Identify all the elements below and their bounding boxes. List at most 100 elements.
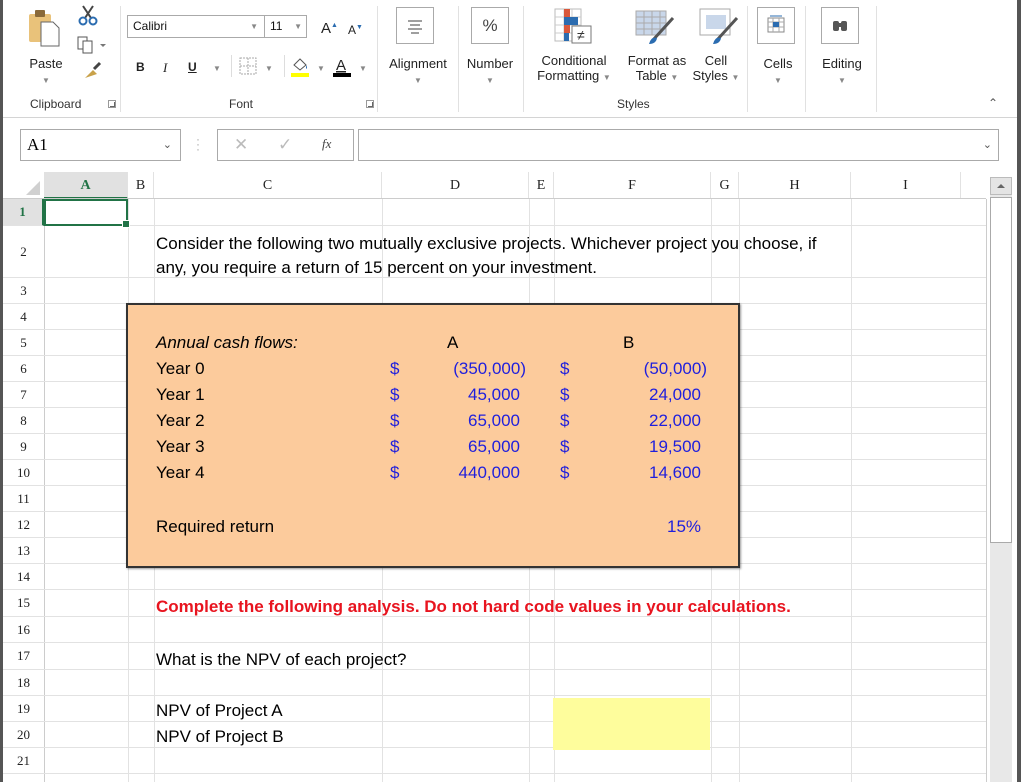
format-painter-icon[interactable]	[83, 60, 103, 80]
column-header-b[interactable]: B	[128, 172, 154, 199]
expand-formula-bar-icon[interactable]: ⌄	[983, 138, 992, 151]
select-all-button[interactable]	[3, 172, 44, 199]
row-header-9[interactable]: 9	[3, 434, 44, 460]
number-button[interactable]: Number ▼	[460, 56, 520, 88]
project-b-cash-flow[interactable]: 24,000	[649, 385, 701, 405]
borders-dropdown-icon[interactable]: ▼	[265, 64, 273, 73]
cancel-entry-icon[interactable]: ✕	[234, 135, 248, 155]
cells-button[interactable]: Cells ▼	[757, 56, 799, 88]
column-header-c[interactable]: C	[154, 172, 382, 199]
row-header-15[interactable]: 15	[3, 590, 44, 617]
window-frame-right	[1017, 0, 1021, 782]
copy-icon[interactable]	[77, 36, 107, 54]
project-b-cash-flow[interactable]: 19,500	[649, 437, 701, 457]
column-header-g[interactable]: G	[711, 172, 739, 199]
increase-font-size-icon[interactable]: A▲	[321, 18, 338, 36]
editing-find-icon[interactable]	[821, 7, 859, 44]
clipboard-dialog-launcher-icon[interactable]	[108, 100, 116, 108]
decrease-font-size-icon[interactable]: A▼	[348, 20, 363, 38]
alignment-button[interactable]: Alignment ▼	[381, 56, 455, 88]
fill-color-icon[interactable]	[290, 55, 310, 77]
row-header-6[interactable]: 6	[3, 356, 44, 382]
column-header-e[interactable]: E	[529, 172, 554, 199]
project-b-cash-flow[interactable]: 22,000	[649, 411, 701, 431]
column-header-i[interactable]: I	[851, 172, 961, 199]
row-header-7[interactable]: 7	[3, 382, 44, 408]
scrollbar-thumb[interactable]	[990, 197, 1012, 543]
paste-button[interactable]: Paste ▼	[27, 56, 65, 88]
row-header-21[interactable]: 21	[3, 748, 44, 774]
collapse-ribbon-icon[interactable]: ⌃	[988, 96, 998, 110]
name-box-dropdown-icon[interactable]: ⌄	[163, 138, 172, 151]
column-header-a[interactable]: A	[44, 172, 128, 199]
cells-button-icon[interactable]	[757, 7, 795, 44]
project-a-cash-flow[interactable]: 45,000	[468, 385, 520, 405]
project-a-cash-flow[interactable]: 65,000	[468, 437, 520, 457]
active-cell-selection[interactable]	[44, 199, 130, 228]
bold-button[interactable]: B	[136, 60, 145, 75]
row-header-19[interactable]: 19	[3, 696, 44, 722]
column-header-d[interactable]: D	[382, 172, 529, 199]
editing-button[interactable]: Editing ▼	[815, 56, 869, 88]
scroll-up-icon[interactable]	[990, 177, 1012, 195]
required-return-value[interactable]: 15%	[667, 517, 701, 537]
cut-icon[interactable]	[77, 4, 99, 26]
row-header-4[interactable]: 4	[3, 304, 44, 330]
ribbon-separator	[876, 6, 877, 112]
underline-button[interactable]: U	[188, 60, 197, 75]
editing-label: Editing	[822, 56, 862, 71]
borders-icon[interactable]	[239, 57, 257, 75]
font-dialog-launcher-icon[interactable]	[366, 100, 374, 108]
font-size-select[interactable]: 11 ▼	[264, 15, 307, 38]
conditional-formatting-icon[interactable]: ≠	[554, 8, 594, 46]
vertical-scrollbar[interactable]	[990, 177, 1012, 782]
ribbon-separator	[458, 6, 459, 112]
ribbon-separator	[231, 55, 232, 77]
insert-function-icon[interactable]: fx	[322, 136, 331, 152]
year-label: Year 2	[156, 411, 205, 430]
column-header-f[interactable]: F	[554, 172, 711, 199]
row-header-13[interactable]: 13	[3, 538, 44, 564]
font-color-icon[interactable]: A	[332, 55, 352, 77]
row-header-1[interactable]: 1	[3, 199, 44, 226]
cell-styles-button[interactable]: Cell Styles ▼	[691, 53, 741, 85]
currency-symbol-a: $	[390, 359, 400, 378]
format-as-table-icon[interactable]	[635, 10, 677, 46]
project-a-cash-flow[interactable]: 65,000	[468, 411, 520, 431]
project-a-cash-flow[interactable]: (350,000)	[453, 359, 526, 379]
conditional-formatting-button[interactable]: Conditional Formatting ▼	[529, 53, 619, 85]
project-a-cash-flow[interactable]: 440,000	[459, 463, 520, 483]
row-header-5[interactable]: 5	[3, 330, 44, 356]
npv-answer-cells[interactable]	[553, 698, 710, 750]
underline-dropdown-icon[interactable]: ▼	[213, 64, 221, 73]
formula-input[interactable]: ⌄	[358, 129, 999, 161]
format-as-table-button[interactable]: Format as Table ▼	[621, 53, 693, 85]
confirm-entry-icon[interactable]: ✓	[278, 135, 292, 155]
cell-styles-icon[interactable]	[699, 8, 741, 46]
paste-icon[interactable]	[27, 8, 61, 48]
row-header-8[interactable]: 8	[3, 408, 44, 434]
font-color-dropdown-icon[interactable]: ▼	[359, 64, 367, 73]
row-header-11[interactable]: 11	[3, 486, 44, 512]
row-header-12[interactable]: 12	[3, 512, 44, 538]
row-header-3[interactable]: 3	[3, 278, 44, 304]
currency-symbol-a: $	[390, 411, 400, 430]
name-box[interactable]: A1 ⌄	[20, 129, 181, 161]
row-header-20[interactable]: 20	[3, 722, 44, 748]
number-format-icon[interactable]: %	[471, 7, 509, 44]
row-header-2[interactable]: 2	[3, 226, 44, 278]
alignment-button-icon[interactable]	[396, 7, 434, 44]
fill-color-dropdown-icon[interactable]: ▼	[317, 64, 325, 73]
formula-bar-grip-icon[interactable]: · · ·	[196, 133, 200, 155]
project-b-cash-flow[interactable]: 14,600	[649, 463, 701, 483]
row-header-17[interactable]: 17	[3, 643, 44, 670]
italic-button[interactable]: I	[163, 60, 167, 75]
row-header-14[interactable]: 14	[3, 564, 44, 590]
row-header-16[interactable]: 16	[3, 617, 44, 643]
font-name-select[interactable]: Calibri ▼	[127, 15, 265, 38]
column-header-h[interactable]: H	[739, 172, 851, 199]
currency-symbol-b: $	[560, 359, 570, 378]
project-b-cash-flow[interactable]: (50,000)	[644, 359, 707, 379]
row-header-10[interactable]: 10	[3, 460, 44, 486]
row-header-18[interactable]: 18	[3, 670, 44, 696]
